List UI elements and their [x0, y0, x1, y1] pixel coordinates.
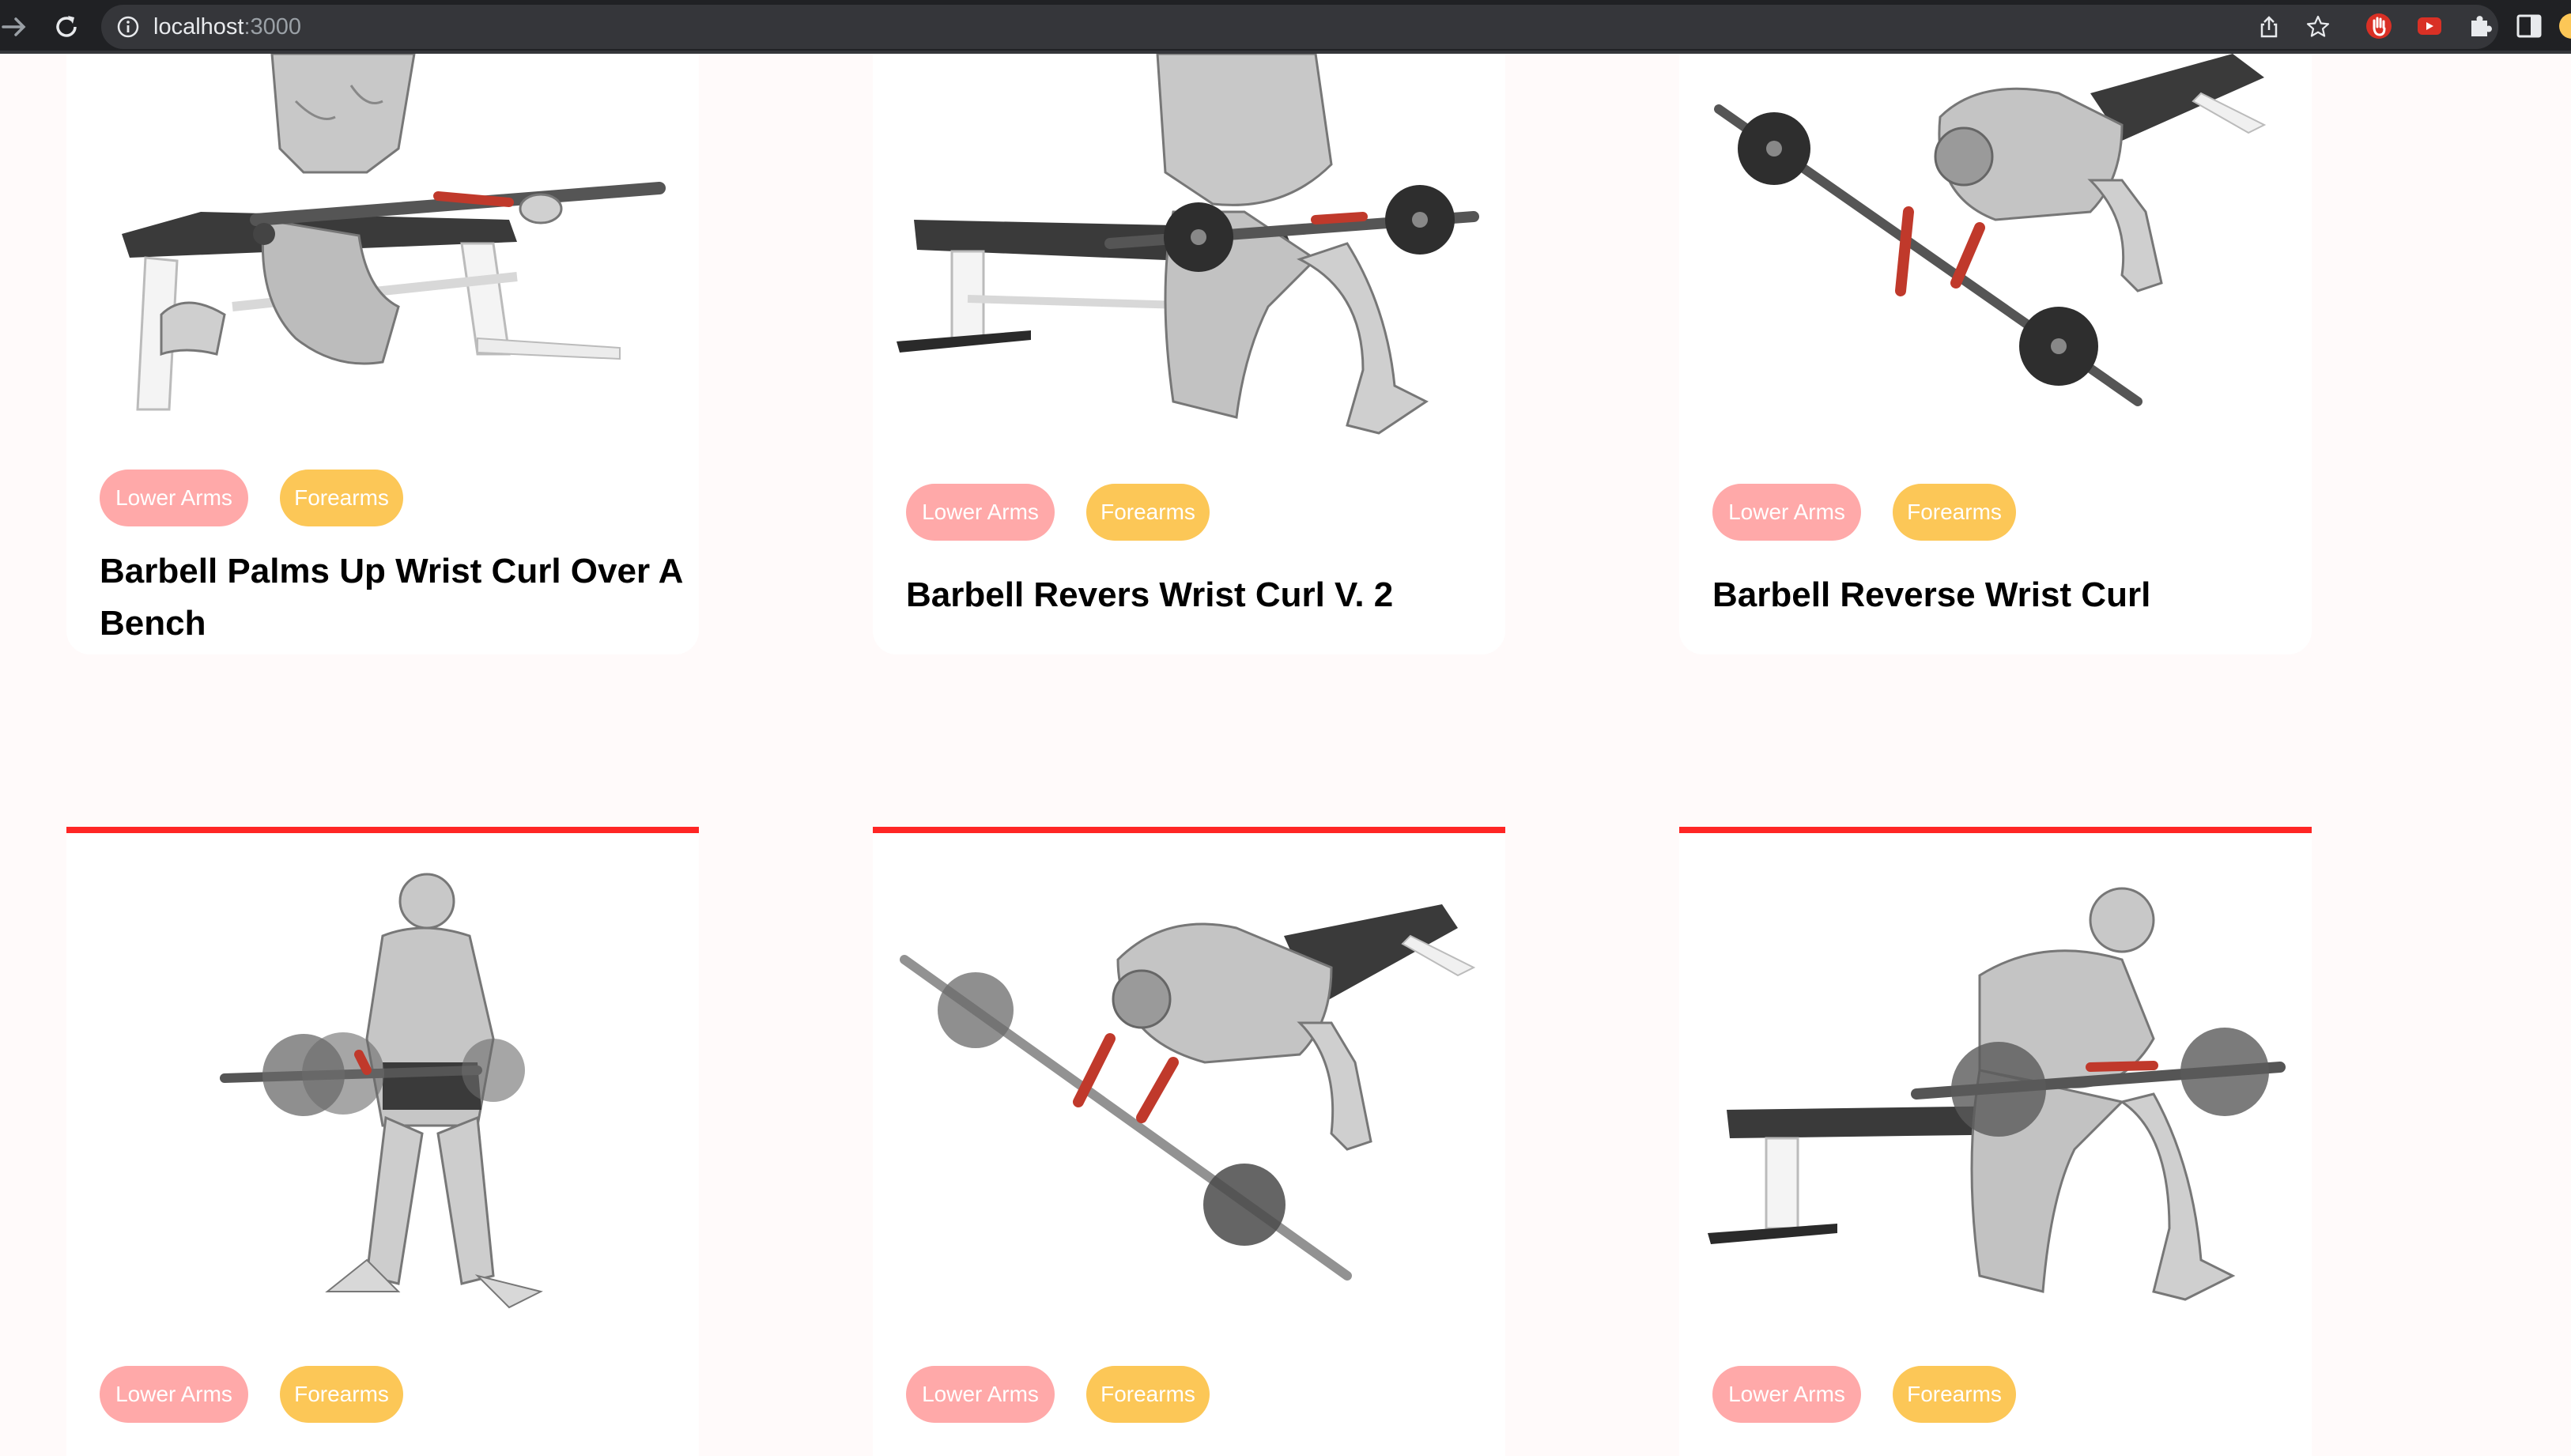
- exercise-card[interactable]: Lower Arms Forearms: [873, 827, 1505, 1456]
- exercise-image: [900, 904, 1476, 1281]
- exercise-image: [220, 873, 543, 1309]
- exercise-card[interactable]: Lower Arms Forearms Barbell Reverse Wris…: [1679, 54, 2312, 654]
- exercise-card[interactable]: Lower Arms Forearms: [66, 827, 699, 1456]
- body-part-tag[interactable]: Lower Arms: [906, 484, 1055, 541]
- target-muscle-tag[interactable]: Forearms: [1893, 1366, 2016, 1423]
- share-icon[interactable]: [2256, 14, 2282, 40]
- side-panel-icon[interactable]: [2514, 11, 2544, 41]
- exercise-image: [1714, 54, 2267, 406]
- target-muscle-tag[interactable]: Forearms: [280, 470, 403, 526]
- target-muscle-tag[interactable]: Forearms: [1086, 1366, 1210, 1423]
- exercise-image: [897, 54, 1479, 435]
- target-muscle-tag[interactable]: Forearms: [1893, 484, 2016, 541]
- address-bar[interactable]: localhost:3000: [101, 5, 2498, 49]
- exercise-card[interactable]: Lower Arms Forearms Barbell Revers Wrist…: [873, 54, 1505, 654]
- extension-hand-icon[interactable]: [2364, 11, 2394, 41]
- body-part-tag[interactable]: Lower Arms: [100, 1366, 248, 1423]
- url-text[interactable]: localhost:3000: [153, 14, 301, 40]
- exercise-card[interactable]: Lower Arms Forearms Barbell Palms Up Wri…: [66, 54, 699, 654]
- exercise-image: [122, 54, 666, 411]
- target-muscle-tag[interactable]: Forearms: [280, 1366, 403, 1423]
- target-muscle-tag[interactable]: Forearms: [1086, 484, 1210, 541]
- profile-avatar-icon[interactable]: [2557, 11, 2571, 41]
- extensions-puzzle-icon[interactable]: [2465, 11, 2495, 41]
- forward-arrow-icon[interactable]: [0, 11, 32, 43]
- url-host: localhost: [153, 14, 244, 40]
- body-part-tag[interactable]: Lower Arms: [906, 1366, 1055, 1423]
- exercise-name: Barbell Palms Up Wrist Curl Over A Bench: [100, 552, 682, 643]
- exercise-name: Barbell Reverse Wrist Curl: [1712, 575, 2151, 614]
- bookmark-star-icon[interactable]: [2305, 14, 2331, 40]
- body-part-tag[interactable]: Lower Arms: [1712, 484, 1861, 541]
- body-part-tag[interactable]: Lower Arms: [1712, 1366, 1861, 1423]
- url-port: :3000: [244, 14, 302, 40]
- exercise-name: Barbell Revers Wrist Curl V. 2: [906, 575, 1394, 614]
- exercise-card[interactable]: Lower Arms Forearms: [1679, 827, 2312, 1456]
- exercise-image: [1708, 887, 2286, 1301]
- body-part-tag[interactable]: Lower Arms: [100, 470, 248, 526]
- reload-icon[interactable]: [51, 11, 82, 43]
- extension-video-icon[interactable]: [2414, 11, 2445, 41]
- site-info-icon[interactable]: [115, 14, 141, 40]
- browser-toolbar: localhost:3000: [0, 0, 2571, 54]
